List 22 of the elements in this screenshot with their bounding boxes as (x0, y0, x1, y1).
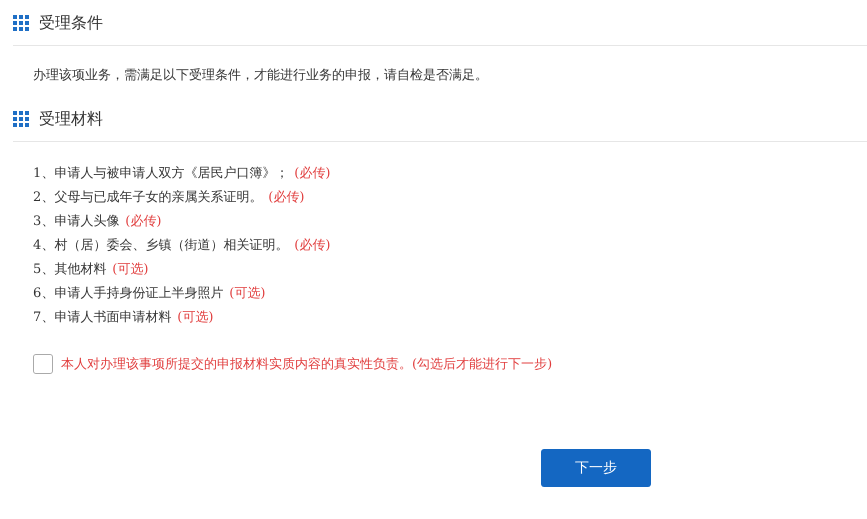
requirement-tag: (必传) (125, 214, 162, 229)
description-text: 办理该项业务，需满足以下受理条件，才能进行业务的申报，请自检是否满足。 (33, 67, 489, 84)
grid-icon (13, 15, 29, 31)
section-title: 受理材料 (39, 108, 103, 130)
grid-icon (13, 111, 29, 127)
section-title: 受理条件 (39, 12, 103, 34)
requirement-tag: (可选) (177, 310, 214, 325)
material-item: 3、申请人头像 (33, 214, 120, 229)
agreement-label: 本人对办理该事项所提交的申报材料实质内容的真实性负责。(勾选后才能进行下一步) (61, 356, 552, 373)
requirement-tag: (必传) (294, 238, 330, 253)
material-item: 7、申请人书面申请材料 (33, 310, 172, 325)
requirement-tag: (必传) (268, 190, 304, 205)
requirement-tag: (可选) (112, 262, 148, 277)
material-item: 2、父母与已成年子女的亲属关系证明。 (33, 190, 262, 205)
material-item: 4、村（居）委会、乡镇（街道）相关证明。 (33, 238, 288, 253)
material-item: 1、申请人与被申请人双方《居民户口簿》； (33, 166, 288, 181)
requirement-tag: (可选) (229, 286, 266, 301)
next-button[interactable]: 下一步 (541, 449, 651, 487)
material-item: 5、其他材料 (33, 262, 106, 277)
material-item: 6、申请人手持身份证上半身照片 (33, 286, 224, 301)
agreement-checkbox[interactable] (33, 354, 53, 374)
requirement-tag: (必传) (294, 166, 330, 181)
